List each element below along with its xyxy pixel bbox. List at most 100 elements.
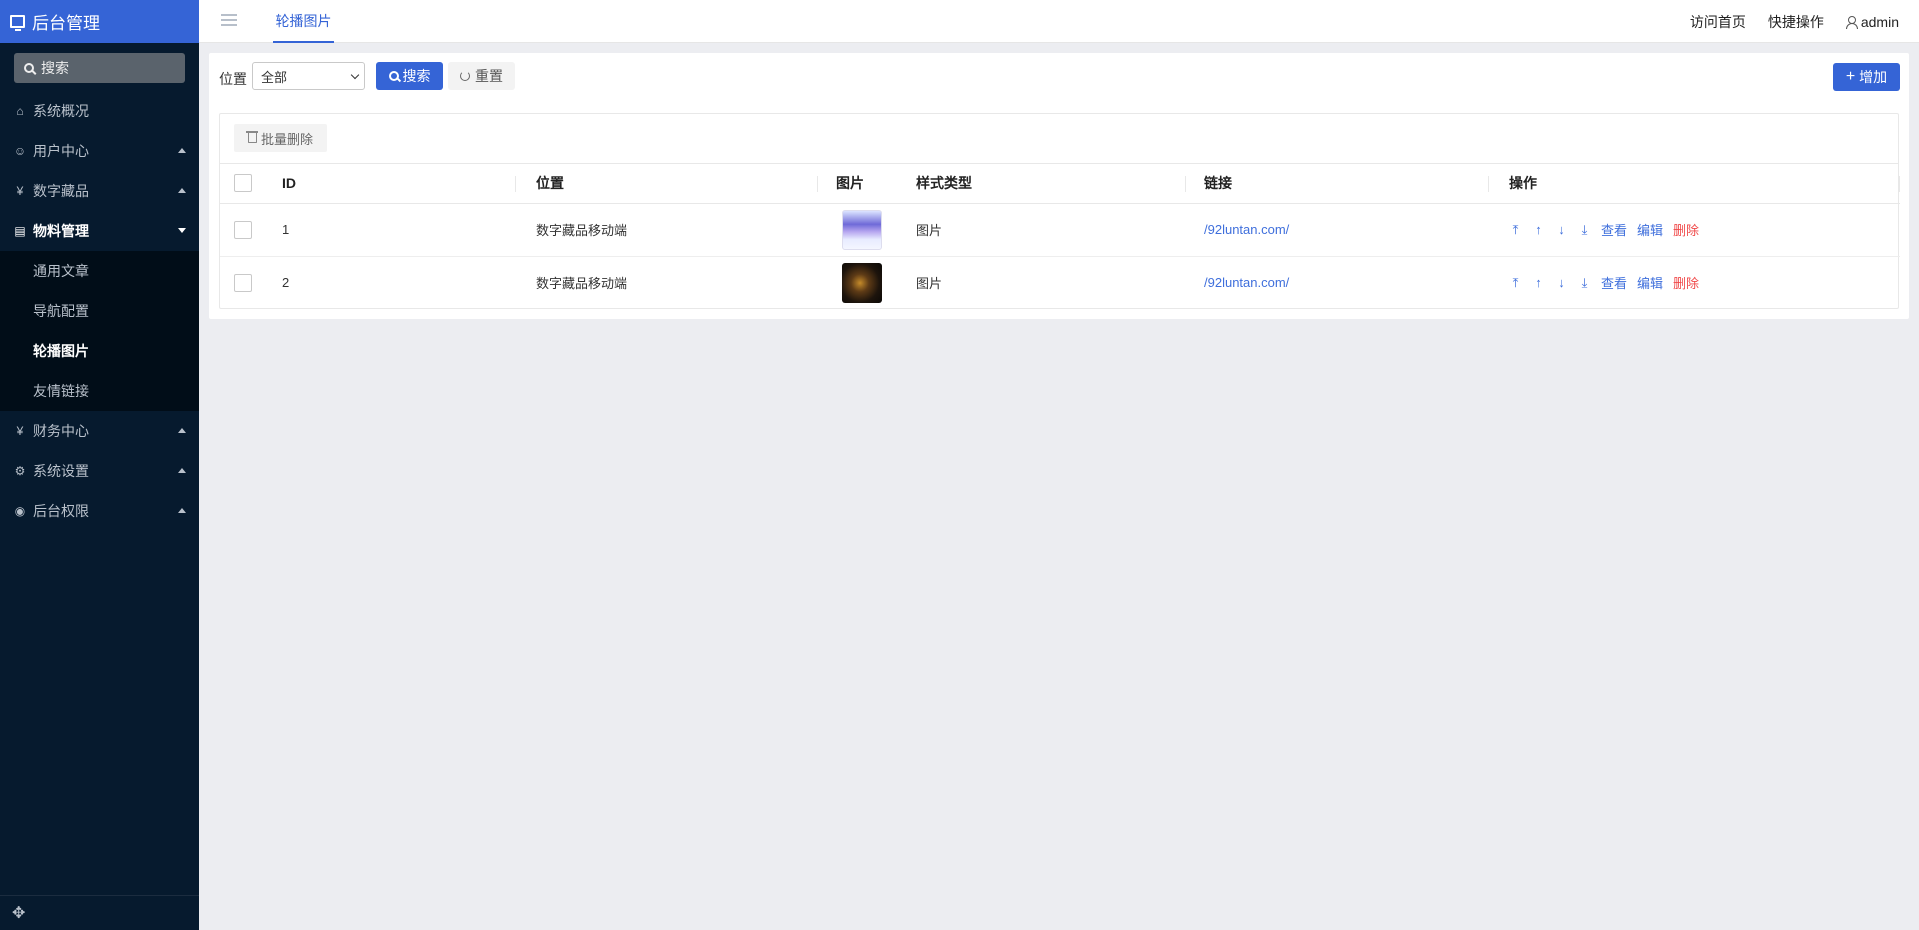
sidebar-subitem-nav-config[interactable]: 导航配置 xyxy=(0,291,199,331)
search-button-label: 搜索 xyxy=(402,68,431,84)
sidebar-subitem-links[interactable]: 友情链接 xyxy=(0,371,199,411)
move-icon[interactable]: ✥ xyxy=(0,895,199,930)
user-icon xyxy=(1845,16,1858,29)
topbar-links: 访问首页 快捷操作 admin xyxy=(1690,12,1899,32)
table-toolbar: 批量删除 xyxy=(220,114,1898,164)
cell-style-type: 图片 xyxy=(916,276,943,292)
quick-actions-link[interactable]: 快捷操作 xyxy=(1768,12,1824,32)
home-icon: ⌂ xyxy=(16,104,24,118)
move-down-icon[interactable]: ↓ xyxy=(1555,275,1568,290)
position-filter-label: 位置 xyxy=(219,71,247,87)
view-button[interactable]: 查看 xyxy=(1601,273,1627,292)
sidebar-search[interactable]: 搜索 xyxy=(14,53,185,83)
sidebar-item-materials[interactable]: ▤ 物料管理 xyxy=(0,211,199,251)
tab-carousel[interactable]: 轮播图片 xyxy=(273,0,334,43)
edit-button[interactable]: 编辑 xyxy=(1637,273,1663,292)
search-icon xyxy=(24,63,34,73)
visit-home-link[interactable]: 访问首页 xyxy=(1690,12,1746,32)
caret-up-icon xyxy=(178,428,186,433)
username: admin xyxy=(1860,14,1899,30)
move-top-icon[interactable]: ⤒ xyxy=(1509,275,1522,291)
move-bottom-icon[interactable]: ⤓ xyxy=(1578,275,1591,291)
menu-toggle-icon[interactable] xyxy=(221,14,237,26)
cell-link[interactable]: /92luntan.com/ xyxy=(1204,222,1289,237)
sidebar-item-label: 系统设置 xyxy=(33,463,89,479)
delete-button[interactable]: 删除 xyxy=(1673,273,1699,292)
sidebar-item-users[interactable]: ☺ 用户中心 xyxy=(0,131,199,171)
row-actions: ⤒ ↑ ↓ ⤓ 查看 编辑 删除 xyxy=(1509,220,1900,239)
position-select[interactable]: 全部 xyxy=(252,62,365,90)
add-button[interactable]: + 增加 xyxy=(1833,63,1900,91)
main-panel: 位置 全部 搜索 重置 + 增加 批量删除 ID 位置 图片 样式类型 链接 操… xyxy=(209,53,1909,319)
sidebar-item-label: 数字藏品 xyxy=(33,183,89,199)
gear-icon: ⚙ xyxy=(14,464,26,478)
yen-icon: ¥ xyxy=(16,424,24,438)
sidebar-item-label: 系统概况 xyxy=(33,103,89,119)
sidebar-subitem-carousel[interactable]: 轮播图片 xyxy=(0,331,199,371)
delete-button[interactable]: 删除 xyxy=(1673,220,1699,239)
position-select-value: 全部 xyxy=(261,70,288,85)
move-top-icon[interactable]: ⤒ xyxy=(1509,222,1522,238)
col-id[interactable]: ID xyxy=(282,175,296,191)
caret-up-icon xyxy=(178,468,186,473)
sidebar-item-overview[interactable]: ⌂ 系统概况 xyxy=(0,91,199,131)
col-actions[interactable]: 操作 xyxy=(1509,175,1537,191)
refresh-icon xyxy=(460,71,470,81)
table-row: 2 数字藏品移动端 图片 /92luntan.com/ ⤒ ↑ ↓ ⤓ 查看 编… xyxy=(220,256,1900,309)
cell-position: 数字藏品移动端 xyxy=(536,276,628,292)
move-up-icon[interactable]: ↑ xyxy=(1532,222,1545,237)
sidebar-item-permissions[interactable]: ◉ 后台权限 xyxy=(0,491,199,531)
cell-position: 数字藏品移动端 xyxy=(516,203,818,257)
users-icon: ☺ xyxy=(13,144,27,158)
col-link[interactable]: 链接 xyxy=(1204,175,1232,191)
plus-icon: + xyxy=(1845,68,1856,85)
banner-thumbnail[interactable] xyxy=(842,209,882,250)
caret-up-icon xyxy=(178,188,186,193)
reset-button-label: 重置 xyxy=(475,68,503,84)
sidebar: 后台管理 搜索 ⌂ 系统概况 ☺ 用户中心 ¥ 数字藏品 ▤ 物料管理 通用文章… xyxy=(0,0,199,930)
select-all-checkbox[interactable] xyxy=(234,174,252,193)
sidebar-search-label: 搜索 xyxy=(41,60,69,76)
col-style-type[interactable]: 样式类型 xyxy=(916,175,972,191)
sidebar-item-label: 财务中心 xyxy=(33,423,89,439)
cell-style-type: 图片 xyxy=(898,203,1186,257)
search-icon xyxy=(388,71,399,81)
edit-button[interactable]: 编辑 xyxy=(1637,220,1663,239)
row-actions: ⤒ ↑ ↓ ⤓ 查看 编辑 删除 xyxy=(1509,273,1900,292)
sidebar-item-collectibles[interactable]: ¥ 数字藏品 xyxy=(0,171,199,211)
row-checkbox[interactable] xyxy=(234,220,252,239)
sidebar-item-settings[interactable]: ⚙ 系统设置 xyxy=(0,451,199,491)
sidebar-subitem-articles[interactable]: 通用文章 xyxy=(0,251,199,291)
table-header-row: ID 位置 图片 样式类型 链接 操作 xyxy=(220,164,1900,204)
cell-id: 1 xyxy=(270,203,516,257)
batch-delete-label: 批量删除 xyxy=(260,131,313,147)
caret-up-icon xyxy=(178,508,186,513)
app-title: 后台管理 xyxy=(32,14,100,33)
batch-delete-button[interactable]: 批量删除 xyxy=(234,124,327,152)
move-bottom-icon[interactable]: ⤓ xyxy=(1578,222,1591,238)
sidebar-item-finance[interactable]: ¥ 财务中心 xyxy=(0,411,199,451)
banner-thumbnail[interactable] xyxy=(842,262,882,303)
user-menu[interactable]: admin xyxy=(1845,12,1899,32)
reset-button[interactable]: 重置 xyxy=(448,62,515,90)
monitor-icon xyxy=(10,15,25,31)
search-button[interactable]: 搜索 xyxy=(376,62,443,90)
materials-submenu: 通用文章 导航配置 轮播图片 友情链接 xyxy=(0,251,199,411)
sidebar-item-label: 用户中心 xyxy=(33,143,89,159)
row-checkbox[interactable] xyxy=(234,273,252,292)
user-circle-icon: ◉ xyxy=(14,504,26,518)
topbar: 轮播图片 访问首页 快捷操作 admin xyxy=(199,0,1919,43)
col-image[interactable]: 图片 xyxy=(836,175,864,191)
move-down-icon[interactable]: ↓ xyxy=(1555,222,1568,237)
add-button-label: 增加 xyxy=(1859,69,1888,85)
move-up-icon[interactable]: ↑ xyxy=(1532,275,1545,290)
brand[interactable]: 后台管理 xyxy=(0,0,199,43)
caret-down-icon xyxy=(178,228,186,233)
col-position[interactable]: 位置 xyxy=(536,175,564,191)
cell-link[interactable]: /92luntan.com/ xyxy=(1204,275,1289,290)
view-button[interactable]: 查看 xyxy=(1601,220,1627,239)
sidebar-item-label: 物料管理 xyxy=(33,223,89,239)
caret-up-icon xyxy=(178,148,186,153)
chevron-down-icon xyxy=(350,70,360,80)
trash-icon xyxy=(245,131,258,143)
